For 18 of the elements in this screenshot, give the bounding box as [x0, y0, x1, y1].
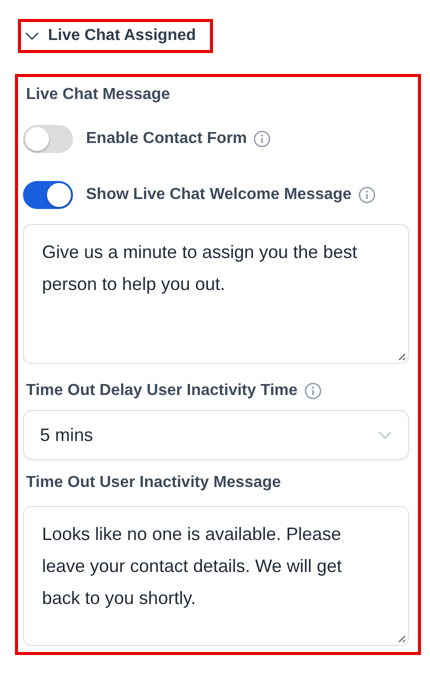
- toggle-switch[interactable]: [23, 181, 73, 209]
- resize-handle-icon[interactable]: [396, 351, 406, 361]
- toggle-label: Enable Contact Form: [86, 130, 247, 148]
- info-icon[interactable]: [304, 382, 322, 400]
- field-label: Time Out Delay User Inactivity Time: [26, 382, 298, 400]
- info-icon[interactable]: [252, 130, 271, 148]
- info-icon[interactable]: [358, 186, 376, 204]
- section-header[interactable]: Live Chat Assigned: [23, 24, 196, 48]
- message-textarea[interactable]: Looks like no one is available. Please leave your contact details. We will get back to you shortly.: [23, 506, 409, 646]
- toggle-switch[interactable]: [23, 125, 73, 153]
- toggle-label: Show Live Chat Welcome Message: [86, 186, 352, 204]
- message-textarea[interactable]: Give us a minute to assign you the best person to help you out.: [23, 224, 409, 364]
- resize-handle-icon[interactable]: [396, 633, 406, 643]
- chevron-icon: [25, 32, 39, 40]
- dropdown-select[interactable]: 5 mins: [23, 410, 409, 460]
- chevron-icon: [378, 431, 392, 439]
- field-label: Time Out User Inactivity Message: [26, 474, 281, 492]
- section-heading: Live Chat Message: [26, 85, 172, 105]
